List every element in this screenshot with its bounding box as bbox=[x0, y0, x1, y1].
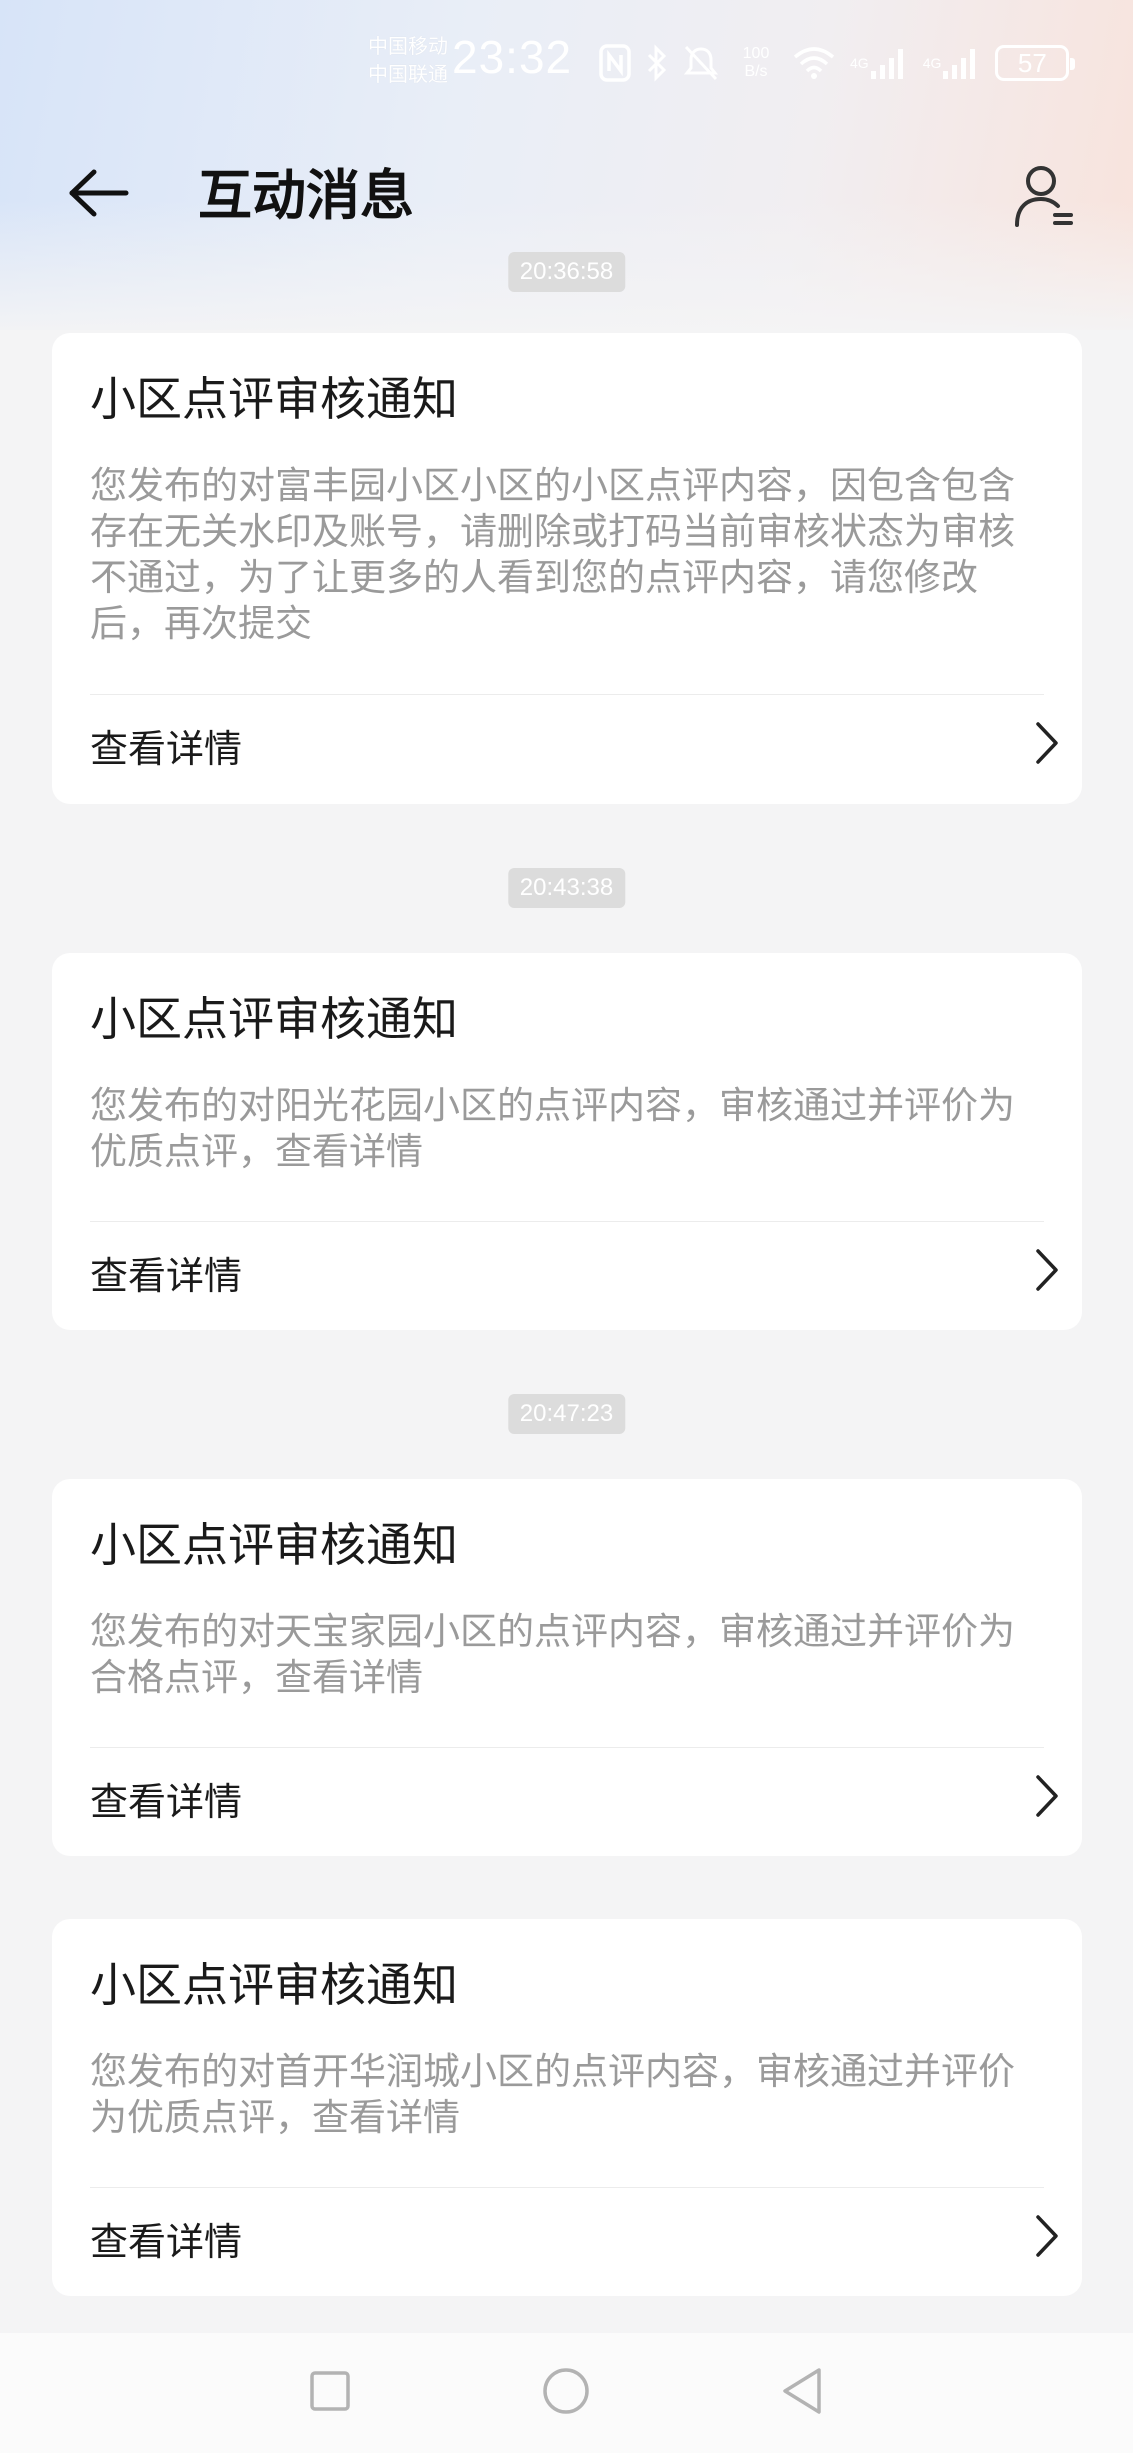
status-time: 23:32 bbox=[452, 31, 573, 83]
carrier-names: 中国移动 中国联通 bbox=[352, 32, 448, 88]
divider bbox=[90, 694, 1044, 695]
message-card: 小区点评审核通知 您发布的对阳光花园小区的点评内容，审核通过并评价为优质点评，查… bbox=[52, 953, 1082, 1330]
view-details-link[interactable]: 查看详情 bbox=[90, 2198, 1062, 2278]
net-speed: 100 B/s bbox=[734, 45, 778, 81]
network-type-1: 4G bbox=[850, 55, 869, 71]
chevron-right-icon bbox=[1032, 1773, 1062, 1823]
view-details-link[interactable]: 查看详情 bbox=[90, 1758, 1062, 1838]
message-timestamp: 20:47:23 bbox=[507, 1394, 626, 1434]
net-speed-unit: B/s bbox=[744, 63, 768, 80]
message-title: 小区点评审核通知 bbox=[90, 992, 458, 1046]
profile-button[interactable] bbox=[1005, 160, 1085, 235]
view-details-link[interactable]: 查看详情 bbox=[90, 705, 1062, 785]
view-details-link[interactable]: 查看详情 bbox=[90, 1232, 1062, 1312]
home-button[interactable] bbox=[536, 2363, 596, 2423]
carrier-1: 中国移动 bbox=[368, 34, 448, 58]
message-title: 小区点评审核通知 bbox=[90, 1518, 458, 1572]
user-settings-icon bbox=[1013, 163, 1077, 233]
recents-button[interactable] bbox=[300, 2363, 360, 2423]
message-body: 您发布的对天宝家园小区的点评内容，审核通过并评价为合格点评，查看详情 bbox=[90, 1610, 1015, 1699]
message-card: 小区点评审核通知 您发布的对富丰园小区小区的小区点评内容，因包含包含存在无关水印… bbox=[52, 333, 1082, 804]
message-card: 小区点评审核通知 您发布的对首开华润城小区的点评内容，审核通过并评价为优质点评，… bbox=[52, 1919, 1082, 2296]
carrier-2: 中国联通 bbox=[368, 62, 448, 86]
back-nav-button[interactable] bbox=[772, 2363, 832, 2423]
signal-icon: 4G bbox=[850, 45, 909, 81]
chevron-right-icon bbox=[1032, 2213, 1062, 2263]
view-details-label: 查看详情 bbox=[90, 726, 243, 771]
view-details-label: 查看详情 bbox=[90, 1779, 243, 1824]
message-body: 您发布的对首开华润城小区的点评内容，审核通过并评价为优质点评，查看详情 bbox=[90, 2050, 1015, 2139]
bluetooth-icon bbox=[646, 43, 668, 83]
circle-home-icon bbox=[541, 2366, 591, 2420]
triangle-back-icon bbox=[779, 2366, 825, 2420]
chevron-right-icon bbox=[1032, 720, 1062, 770]
signal-icon: 4G bbox=[923, 45, 982, 81]
status-icons: 100 B/s 4G 4G 57 bbox=[598, 38, 1076, 88]
net-speed-value: 100 bbox=[742, 45, 770, 62]
divider bbox=[90, 1747, 1044, 1748]
view-details-label: 查看详情 bbox=[90, 2219, 243, 2264]
message-body: 您发布的对富丰园小区小区的小区点评内容，因包含包含存在无关水印及账号，请删除或打… bbox=[90, 464, 1015, 645]
nfc-icon bbox=[598, 43, 632, 83]
message-title: 小区点评审核通知 bbox=[90, 1958, 458, 2012]
divider bbox=[90, 1221, 1044, 1222]
battery-icon: 57 bbox=[995, 45, 1076, 81]
system-nav-bar bbox=[0, 2333, 1133, 2453]
status-bar: 中国移动 中国联通 23:32 100 B/s 4G 4G 57 bbox=[0, 0, 1133, 125]
page-title: 互动消息 bbox=[198, 164, 414, 227]
message-card: 小区点评审核通知 您发布的对天宝家园小区的点评内容，审核通过并评价为合格点评，查… bbox=[52, 1479, 1082, 1856]
view-details-label: 查看详情 bbox=[90, 1253, 243, 1298]
wifi-icon bbox=[792, 45, 836, 81]
message-timestamp: 20:36:58 bbox=[507, 252, 626, 292]
arrow-left-icon bbox=[66, 168, 130, 222]
back-button[interactable] bbox=[58, 160, 138, 230]
chevron-right-icon bbox=[1032, 1247, 1062, 1297]
mute-icon bbox=[682, 43, 720, 83]
message-title: 小区点评审核通知 bbox=[90, 372, 458, 426]
network-type-2: 4G bbox=[922, 55, 942, 71]
square-recents-icon bbox=[308, 2369, 352, 2417]
message-timestamp: 20:43:38 bbox=[507, 868, 626, 908]
divider bbox=[90, 2187, 1044, 2188]
message-body: 您发布的对阳光花园小区的点评内容，审核通过并评价为优质点评，查看详情 bbox=[90, 1084, 1015, 1173]
